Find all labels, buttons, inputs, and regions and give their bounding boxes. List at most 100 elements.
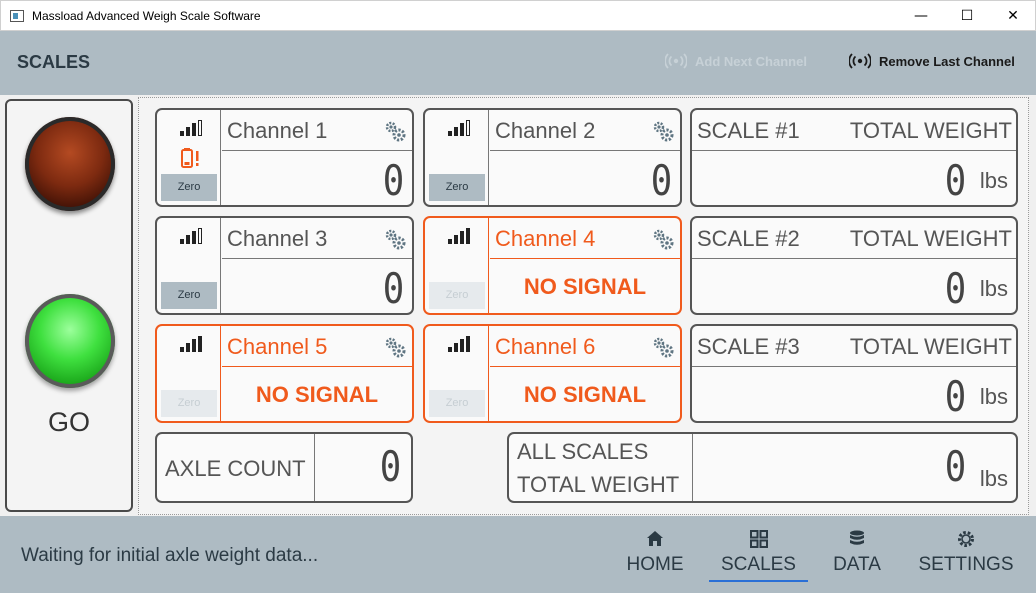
channel-status-column: Zero bbox=[425, 110, 489, 205]
channel-name: Channel 3 bbox=[227, 226, 328, 251]
scale-header: SCALE #2 TOTAL WEIGHT bbox=[692, 218, 1016, 259]
window-title: Massload Advanced Weigh Scale Software bbox=[32, 9, 261, 23]
channel-name: Channel 1 bbox=[227, 118, 328, 143]
scale-name: SCALE #2 bbox=[697, 226, 800, 251]
all-scales-label-line2: TOTAL WEIGHT bbox=[517, 472, 680, 497]
scale-header: SCALE #3 TOTAL WEIGHT bbox=[692, 326, 1016, 367]
maximize-button[interactable]: ☐ bbox=[944, 1, 990, 31]
channel-value-area: 0 bbox=[222, 152, 412, 205]
signal-strength-icon bbox=[448, 336, 470, 352]
scale-tile-1: SCALE #1 TOTAL WEIGHT 0 lbs bbox=[690, 108, 1018, 207]
traffic-status-label: GO bbox=[47, 407, 90, 437]
title-bar: Massload Advanced Weigh Scale Software —… bbox=[0, 0, 1036, 31]
go-lamp bbox=[25, 294, 115, 388]
scale-tile-2: SCALE #2 TOTAL WEIGHT 0 lbs bbox=[690, 216, 1018, 315]
channel-weight-readout: 0 bbox=[382, 264, 404, 313]
axle-count-tile: AXLE COUNT 0 bbox=[155, 432, 413, 503]
no-signal-label: NO SIGNAL bbox=[523, 274, 647, 299]
grid-icon bbox=[749, 530, 768, 548]
gear-icon[interactable] bbox=[384, 336, 406, 358]
broadcast-icon bbox=[665, 53, 687, 69]
app-window: Massload Advanced Weigh Scale Software —… bbox=[0, 0, 1036, 593]
nav-data[interactable]: DATA bbox=[828, 528, 886, 584]
channel-value-area: 0 bbox=[222, 260, 412, 313]
channel-weight-readout: 0 bbox=[650, 156, 672, 205]
gear-icon[interactable] bbox=[652, 228, 674, 250]
active-tab-indicator bbox=[709, 580, 808, 582]
page-header: SCALES Add Next Channel Remove Last Chan… bbox=[0, 31, 1036, 95]
remove-channel-button[interactable]: Remove Last Channel bbox=[849, 53, 1015, 69]
all-scales-label-cell: ALL SCALES TOTAL WEIGHT bbox=[509, 434, 693, 501]
channel-name: Channel 5 bbox=[227, 334, 328, 359]
channel-tile-2: Zero Channel 2 0 bbox=[423, 108, 682, 207]
scale-weight-readout: 0 bbox=[944, 156, 966, 205]
channel-header: Channel 5 bbox=[222, 326, 412, 367]
footer-bar: Waiting for initial axle weight data... … bbox=[0, 516, 1036, 593]
home-icon bbox=[647, 531, 663, 546]
database-icon bbox=[850, 530, 864, 545]
signal-strength-icon bbox=[448, 228, 470, 244]
scale-name: SCALE #1 bbox=[697, 118, 800, 143]
gear-icon[interactable] bbox=[384, 120, 406, 142]
close-button[interactable]: ✕ bbox=[990, 1, 1036, 31]
axle-count-label: AXLE COUNT bbox=[165, 456, 306, 481]
scale-weight-readout: 0 bbox=[944, 372, 966, 421]
all-scales-unit: lbs bbox=[979, 466, 1008, 491]
zero-button[interactable]: Zero bbox=[161, 390, 217, 417]
gear-icon[interactable] bbox=[652, 336, 674, 358]
channel-value-area: NO SIGNAL bbox=[490, 368, 680, 421]
channel-status-column: Zero bbox=[157, 110, 221, 205]
zero-button[interactable]: Zero bbox=[429, 174, 485, 201]
channel-status-column: Zero bbox=[157, 218, 221, 313]
channel-header: Channel 2 bbox=[490, 110, 680, 151]
all-scales-weight-readout: 0 bbox=[944, 442, 966, 491]
zero-button[interactable]: Zero bbox=[161, 174, 217, 201]
no-signal-label: NO SIGNAL bbox=[523, 382, 647, 407]
gear-icon[interactable] bbox=[384, 228, 406, 250]
broadcast-icon bbox=[849, 53, 871, 69]
channel-tile-5: Zero Channel 5 NO SIGNAL bbox=[155, 324, 414, 423]
gear-icon bbox=[958, 531, 974, 547]
status-message: Waiting for initial axle weight data... bbox=[21, 545, 319, 566]
add-channel-label: Add Next Channel bbox=[695, 53, 807, 69]
axle-count-label-cell: AXLE COUNT bbox=[157, 434, 315, 501]
channel-value-area: NO SIGNAL bbox=[222, 368, 412, 421]
zero-button[interactable]: Zero bbox=[429, 282, 485, 309]
nav-home[interactable]: HOME bbox=[622, 528, 688, 584]
channel-header: Channel 6 bbox=[490, 326, 680, 367]
channel-name: Channel 2 bbox=[495, 118, 596, 143]
axle-count-readout: 0 bbox=[379, 442, 401, 491]
scale-total-label: TOTAL WEIGHT bbox=[849, 118, 1012, 143]
zero-button[interactable]: Zero bbox=[161, 282, 217, 309]
gear-icon[interactable] bbox=[652, 120, 674, 142]
minimize-button[interactable]: — bbox=[898, 1, 944, 31]
channel-name: Channel 6 bbox=[495, 334, 596, 359]
channel-tile-6: Zero Channel 6 NO SIGNAL bbox=[423, 324, 682, 423]
app-icon bbox=[10, 10, 24, 22]
nav-settings[interactable]: SETTINGS bbox=[918, 528, 1014, 584]
scale-header: SCALE #1 TOTAL WEIGHT bbox=[692, 110, 1016, 151]
scale-unit: lbs bbox=[979, 168, 1008, 193]
zero-button[interactable]: Zero bbox=[429, 390, 485, 417]
nav-scales[interactable]: SCALES bbox=[709, 528, 808, 584]
channel-tile-4: Zero Channel 4 NO SIGNAL bbox=[423, 216, 682, 315]
no-signal-label: NO SIGNAL bbox=[255, 382, 379, 407]
channel-tile-1: Zero Channel 1 0 bbox=[155, 108, 414, 207]
channel-tile-3: Zero Channel 3 0 bbox=[155, 216, 414, 315]
scale-unit: lbs bbox=[979, 276, 1008, 301]
signal-strength-icon bbox=[180, 228, 202, 244]
page-title: SCALES bbox=[17, 52, 91, 72]
channel-value-area: 0 bbox=[490, 152, 680, 205]
scale-weight-readout: 0 bbox=[944, 264, 966, 313]
add-channel-button[interactable]: Add Next Channel bbox=[665, 53, 807, 69]
traffic-light-panel: GO bbox=[5, 99, 133, 512]
signal-strength-icon bbox=[180, 336, 202, 352]
channel-name: Channel 4 bbox=[495, 226, 596, 251]
nav-data-label: DATA bbox=[833, 554, 881, 575]
signal-strength-icon bbox=[180, 120, 202, 136]
channel-status-column: Zero bbox=[157, 326, 221, 421]
channel-header: Channel 4 bbox=[490, 218, 680, 259]
channel-header: Channel 3 bbox=[222, 218, 412, 259]
nav-settings-label: SETTINGS bbox=[918, 554, 1014, 575]
remove-channel-label: Remove Last Channel bbox=[879, 53, 1015, 69]
